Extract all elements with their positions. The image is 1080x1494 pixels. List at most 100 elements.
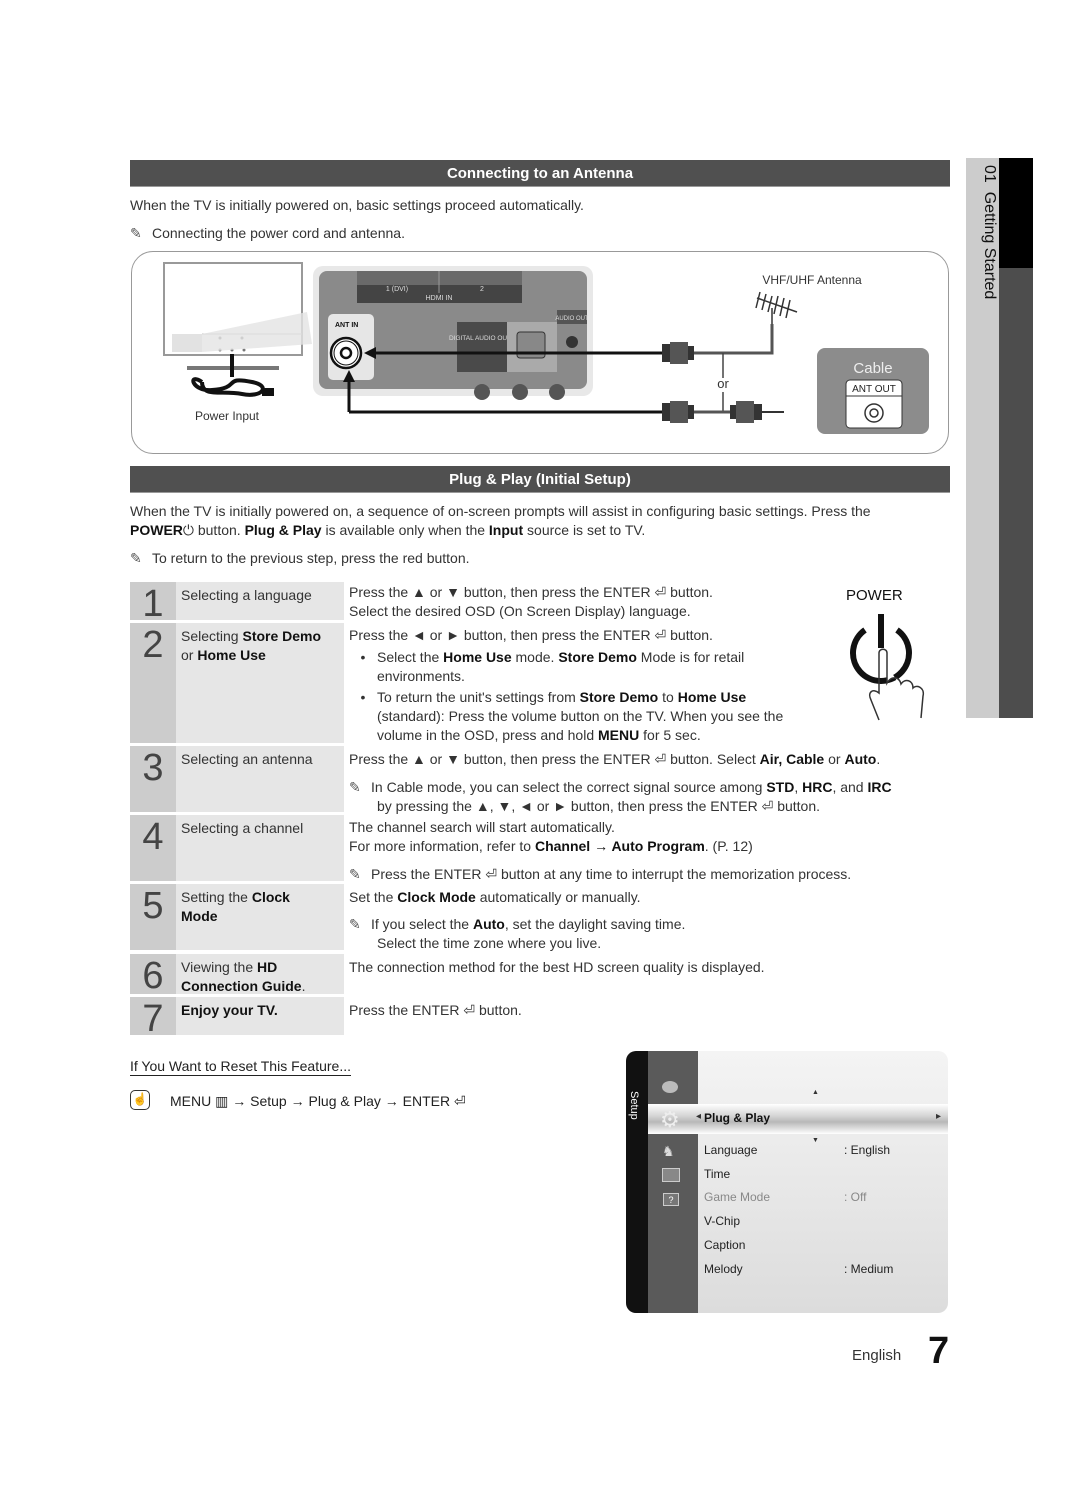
text-span: for 5 sec. (639, 727, 701, 743)
step-number: 3 (130, 746, 176, 812)
step-number: 1 (130, 582, 176, 624)
antenna-note-text: Connecting the power cord and antenna. (152, 225, 405, 241)
keyword: IRC (867, 779, 892, 795)
osd-item-plug-play[interactable]: Plug & Play (704, 1111, 770, 1125)
support-help-icon: ? (663, 1193, 679, 1206)
plug-play-keyword: Plug & Play (244, 522, 322, 538)
osd-side-label: Setup (628, 1091, 640, 1120)
text-span: Press the ENTER ⏎ button at any time to … (371, 866, 852, 882)
bullet-line: • To return the unit's settings from Stor… (349, 688, 783, 707)
antenna-section-header: Connecting to an Antenna (130, 160, 950, 187)
step-1-desc: Press the ▲ or ▼ button, then press the … (349, 583, 713, 621)
keyword: Auto (844, 751, 877, 767)
plug-play-note-text: To return to the previous step, press th… (152, 550, 470, 566)
hdmi-in-label: HDMI IN (426, 295, 453, 302)
or-label: or (717, 376, 729, 391)
note-icon: ✎ (349, 779, 361, 795)
hdmi-port-1-label: 1 (DVI) (386, 286, 408, 293)
hdmi-port-2-label: 2 (480, 286, 484, 293)
step-row: 5 Setting the Clock Mode (130, 884, 344, 950)
osd-right-arrow-icon: ▸ (936, 1111, 942, 1122)
digital-audio-label: DIGITAL AUDIO OUT (449, 335, 511, 342)
keyword: Home Use (197, 647, 266, 663)
step-title: Enjoy your TV. (181, 1001, 341, 1020)
text-span: In Cable mode, you can select the correc… (371, 779, 767, 795)
note-icon: ✎ (130, 550, 142, 566)
input-menu-icon: ♞ (662, 1143, 675, 1159)
desc-line: Select the time zone where you live. (377, 935, 602, 951)
plug-play-note: ✎ To return to the previous step, press t… (130, 550, 470, 567)
desc-line: by pressing the ▲, ▼, ◄ or ► button, the… (377, 798, 821, 814)
plug-play-section-header: Plug & Play (Initial Setup) (130, 466, 950, 493)
power-keyword: POWER (130, 522, 183, 538)
vhf-uhf-antenna-icon (755, 291, 798, 324)
digital-audio-panel (457, 322, 507, 372)
antenna-note: ✎ Connecting the power cord and antenna. (130, 225, 405, 242)
reset-heading: If You Want to Reset This Feature... (130, 1058, 352, 1076)
text-span: Set the (349, 889, 398, 905)
desc-line: (standard): Press the volume button on t… (377, 708, 784, 724)
step-3-desc: Press the ▲ or ▼ button, then press the … (349, 750, 892, 816)
text-span: If you select the (371, 916, 473, 932)
osd-value-melody: : Medium (844, 1262, 894, 1276)
chapter-number: 01 (981, 165, 998, 183)
step-title: Viewing the HD Connection Guide. (181, 958, 341, 996)
text-span: button. (193, 522, 245, 538)
osd-item-caption[interactable]: Caption (704, 1238, 745, 1252)
osd-item-language[interactable]: Language (704, 1143, 757, 1157)
keyword: Store Demo (558, 649, 637, 665)
osd-item-melody[interactable]: Melody (704, 1262, 743, 1276)
power-input-label: Power Input (195, 409, 260, 423)
text-span: Setting the (181, 889, 252, 905)
picture-menu-icon (662, 1081, 678, 1093)
text-span: source is set to TV. (523, 522, 646, 538)
note-line: ✎ If you select the Auto, set the dayligh… (349, 915, 685, 934)
keyword: Air, Cable (759, 751, 825, 767)
ant-in-label: ANT IN (335, 322, 358, 329)
reset-menu-path: MENU ▥ → Setup → Plug & Play → ENTER ⏎ (170, 1093, 466, 1109)
note-icon: ✎ (349, 916, 361, 932)
osd-item-game-mode[interactable]: Game Mode (704, 1190, 770, 1204)
text-span: To return the unit's settings from (377, 689, 580, 705)
bullet-line: • Select the Home Use mode. Store Demo Mo… (349, 648, 783, 667)
step-title: Selecting Store Demo or Home Use (181, 627, 341, 665)
keyword: Store Demo (242, 628, 322, 644)
text-span: Select the (377, 649, 444, 665)
step-number: 4 (130, 815, 176, 881)
osd-item-v-chip[interactable]: V-Chip (704, 1214, 740, 1228)
text-span: . (301, 978, 306, 994)
text-span: . (P. 12) (704, 838, 753, 854)
step-number: 5 (130, 884, 176, 950)
osd-item-time[interactable]: Time (704, 1167, 730, 1181)
page-number: 7 (928, 1330, 950, 1372)
keyword: Connection Guide (181, 978, 302, 994)
step-title: Selecting a channel (181, 820, 304, 836)
chapter-name: Getting Started (981, 191, 998, 300)
step-row: 6 Viewing the HD Connection Guide. (130, 954, 344, 996)
bullet-icon: • (360, 689, 366, 705)
step-number: 6 (130, 954, 176, 996)
step-7-desc: Press the ENTER ⏎ button. (349, 1002, 522, 1018)
desc-line: Select the desired OSD (On Screen Displa… (349, 603, 691, 619)
desc-line: Press the ◄ or ► button, then press the … (349, 627, 713, 643)
antenna-label: VHF/UHF Antenna (762, 273, 862, 287)
osd-setup-menu: Setup ⚙ ♞ ? ◂ ▲ ▼ Plug & Play ▸ Language… (626, 1051, 948, 1313)
text-span: automatically or manually. (475, 889, 641, 905)
step-row: 4 Selecting a channel (130, 815, 344, 881)
keyword: Enjoy your TV. (181, 1002, 278, 1018)
desc-line: Set the Clock Mode automatically or manu… (349, 888, 685, 907)
cable-label: Cable (853, 360, 892, 377)
step-row: 2 Selecting Store Demo or Home Use (130, 623, 344, 743)
coax-connector-top-icon (662, 342, 694, 364)
plug-play-intro-line2: POWER⏻ button. Plug & Play is available … (130, 522, 645, 539)
osd-value-language: : English (844, 1143, 891, 1157)
power-button-hand-icon (850, 614, 925, 721)
keyword: Mode (181, 908, 218, 924)
text-span: is available only when the (321, 522, 489, 538)
keyword: Store Demo (579, 689, 659, 705)
keyword: Clock (251, 889, 290, 905)
step-number: 7 (130, 997, 176, 1039)
note-line: ✎ Press the ENTER ⏎ button at any time to… (349, 865, 851, 884)
text-span: . (876, 751, 881, 767)
desc-line: The channel search will start automatica… (349, 819, 615, 835)
